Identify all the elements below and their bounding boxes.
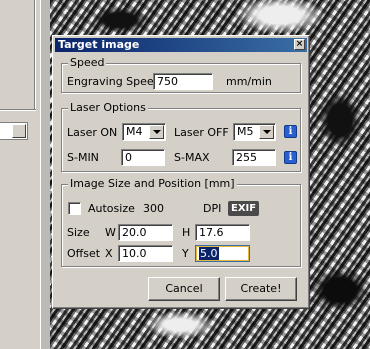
laser-options-group: Laser Options Laser ON M4 Laser OFF M5 i… xyxy=(61,101,301,172)
laser-on-label: Laser ON xyxy=(67,126,118,139)
smax-label: S-MAX xyxy=(174,151,210,164)
engraving-speed-input[interactable]: 750 xyxy=(153,73,213,90)
laser-info-icon[interactable]: i xyxy=(284,125,297,138)
offset-y-label: Y xyxy=(182,247,189,260)
laser-on-select[interactable]: M4 xyxy=(122,123,166,141)
dialog-title: Target image xyxy=(58,38,140,51)
image-size-group-title: Image Size and Position [mm] xyxy=(68,177,237,191)
laser-options-group-title: Laser Options xyxy=(68,101,148,115)
smin-input[interactable]: 0 xyxy=(121,149,165,166)
image-size-group: Image Size and Position [mm] Autosize 30… xyxy=(61,177,301,267)
target-image-dialog: Target image × Speed Engraving Speed 750… xyxy=(52,35,310,309)
create-button[interactable]: Create! xyxy=(225,277,297,301)
laser-off-value: M5 xyxy=(237,125,254,138)
panel-splitter[interactable] xyxy=(40,0,50,349)
speed-group: Speed Engraving Speed 750 mm/min xyxy=(61,56,301,93)
left-app-panel xyxy=(0,0,40,349)
speed-unit-label: mm/min xyxy=(226,75,272,88)
autosize-checkbox[interactable] xyxy=(68,202,81,215)
offset-y-input[interactable]: 5.0 xyxy=(195,245,250,262)
chevron-down-icon[interactable] xyxy=(12,124,26,138)
offset-y-selected-text: 5.0 xyxy=(199,247,219,260)
chevron-down-icon[interactable] xyxy=(149,125,164,139)
laser-on-value: M4 xyxy=(126,125,143,138)
cancel-button[interactable]: Cancel xyxy=(148,277,220,301)
size-label: Size xyxy=(67,226,90,239)
smax-input-visible[interactable]: 255 xyxy=(232,149,276,166)
offset-x-label: X xyxy=(105,247,113,260)
offset-x-input[interactable]: 10.0 xyxy=(118,245,173,262)
laser-off-select[interactable]: M5 xyxy=(233,123,276,141)
speed-group-title: Speed xyxy=(68,56,107,70)
left-panel-dropdown[interactable] xyxy=(0,122,28,140)
exif-badge[interactable]: EXIF xyxy=(228,201,260,216)
width-label: W xyxy=(105,226,116,239)
engraving-speed-label: Engraving Speed xyxy=(67,75,161,88)
dpi-label: DPI xyxy=(203,202,222,215)
height-input[interactable]: 17.6 xyxy=(195,224,250,241)
laser-off-label: Laser OFF xyxy=(174,126,229,139)
close-button[interactable]: × xyxy=(294,39,305,50)
chevron-down-icon[interactable] xyxy=(259,125,274,139)
height-label: H xyxy=(182,226,191,239)
smax-info-icon[interactable]: i xyxy=(284,151,297,164)
dpi-value: 300 xyxy=(143,202,164,215)
smin-label: S-MIN xyxy=(67,151,99,164)
offset-label: Offset xyxy=(67,247,101,260)
dialog-titlebar[interactable]: Target image × xyxy=(55,38,307,52)
width-input[interactable]: 20.0 xyxy=(118,224,173,241)
autosize-label[interactable]: Autosize xyxy=(88,202,135,216)
